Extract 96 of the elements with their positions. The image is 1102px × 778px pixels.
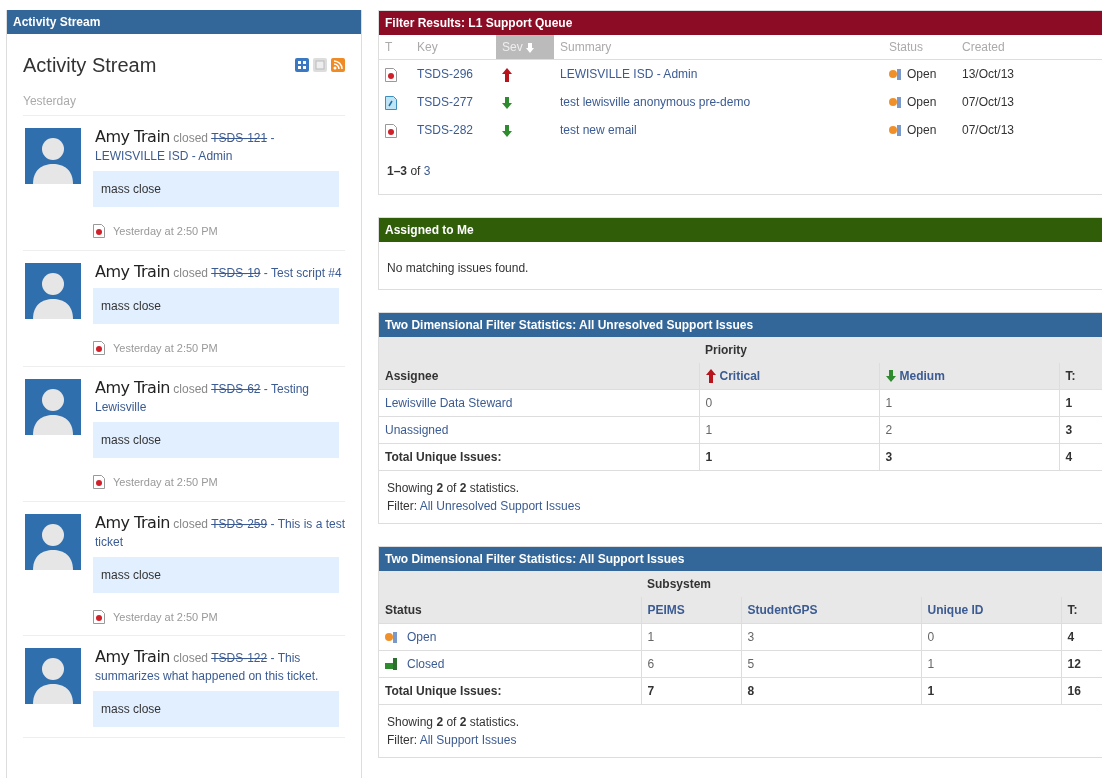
table-cell: 8 <box>741 677 921 704</box>
table-cell: 1 <box>699 443 879 470</box>
issue-key-link[interactable]: TSDS-19 <box>211 265 261 280</box>
panel-header: Assigned to Me <box>379 218 1102 242</box>
document-icon <box>93 224 105 239</box>
group-header: Subsystem <box>647 577 712 591</box>
column-header: Assignee <box>379 363 699 390</box>
panel-header: Two Dimensional Filter Statistics: All Support Issues <box>379 547 1102 571</box>
date-cell-text: 07/Oct/13 <box>961 94 1016 111</box>
date-label: Yesterday <box>23 88 345 116</box>
column-header: Status <box>379 597 641 624</box>
table-cell: 1 <box>921 650 1061 678</box>
document-icon <box>93 609 105 624</box>
table-cell: 7 <box>641 677 741 704</box>
page-of-text: of <box>410 164 421 178</box>
status-text: Open <box>907 94 937 111</box>
timestamp: Yesterday at 2:50 PM <box>113 609 218 625</box>
total-label: Total Unique Issues: <box>379 443 699 470</box>
activity-text: Amy Train closed TSDS-121 - LEWISVILLE ISD - Admin <box>94 128 276 165</box>
issue-summary-link[interactable]: test new email <box>560 123 637 137</box>
comment-text: mass close <box>93 691 339 727</box>
document-icon <box>93 340 105 355</box>
table-cell: 1 <box>921 677 1061 704</box>
table-cell: 3 <box>879 443 1059 470</box>
column-header-link[interactable]: Medium <box>899 367 945 385</box>
status-text: Open <box>907 66 937 83</box>
list-view-icon <box>313 58 327 72</box>
row-label-link[interactable]: Unassigned <box>385 421 449 439</box>
comment-text: mass close <box>93 422 339 458</box>
table-cell: 3 <box>741 623 921 651</box>
row-label-link[interactable]: Closed <box>407 655 445 673</box>
filter-link[interactable]: All Support Issues <box>419 733 517 747</box>
avatar <box>25 379 81 435</box>
row-label-link[interactable]: Open <box>407 628 437 646</box>
page-range: 1–3 <box>387 164 408 178</box>
panel-header: Activity Stream <box>7 10 361 34</box>
panel-header: Two Dimensional Filter Statistics: All Unresolved Support Issues <box>379 313 1102 337</box>
table-cell: 1 <box>1059 389 1102 417</box>
table-cell: 0 <box>699 389 879 417</box>
table-cell: 1 <box>879 389 1059 417</box>
filter-link[interactable]: All Unresolved Support Issues <box>419 499 581 513</box>
table-cell: 1 <box>699 416 879 444</box>
stats-summary: Showing 2 of 2 statistics. <box>387 480 521 497</box>
avatar <box>25 648 81 704</box>
avatar <box>25 262 81 319</box>
timestamp: Yesterday at 2:50 PM <box>113 340 218 356</box>
document-icon <box>93 475 105 490</box>
table-cell: 2 <box>879 416 1059 444</box>
issue-key-link[interactable]: TSDS-296 <box>417 67 474 81</box>
table-cell: 4 <box>1059 443 1102 470</box>
group-header: Priority <box>705 343 747 357</box>
issue-key-link[interactable]: TSDS-259 <box>211 516 268 531</box>
sort-arrow-icon <box>526 42 535 53</box>
filter-label: Filter: <box>387 733 417 747</box>
table-cell: 5 <box>741 650 921 678</box>
table-cell: 16 <box>1061 677 1102 704</box>
avatar <box>25 513 81 570</box>
column-header: T: <box>1061 597 1102 624</box>
issue-key-link[interactable]: TSDS-121 <box>211 131 268 145</box>
column-header-link[interactable]: Critical <box>719 367 761 385</box>
row-label-link[interactable]: Lewisville Data Steward <box>385 394 513 412</box>
table-cell: 4 <box>1061 623 1102 651</box>
comment-text: mass close <box>93 556 339 593</box>
activity-text: Amy Train closed TSDS-62 - Testing Lewisville <box>94 379 310 416</box>
panel-header: Filter Results: L1 Support Queue <box>379 11 1102 35</box>
comment-text: mass close <box>93 171 339 207</box>
timestamp: Yesterday at 2:50 PM <box>113 224 218 239</box>
date-cell: 13/Oct/13 <box>956 59 1102 88</box>
issue-summary-link[interactable]: test lewisville anonymous pre-demo <box>560 95 751 109</box>
activity-text: Amy Train closed TSDS-259 - This is a test ticket <box>94 513 345 551</box>
issue-key-link[interactable]: TSDS-62 <box>211 382 261 396</box>
issue-key-link[interactable]: TSDS-277 <box>417 95 474 109</box>
avatar <box>25 128 81 184</box>
stats-summary: Showing 2 of 2 statistics. <box>387 714 521 731</box>
stream-title: Activity Stream <box>23 53 157 78</box>
activity-text: Amy Train closed TSDS-122 - This summarizes what happened on this ticket. <box>94 648 320 685</box>
grid-view-icon <box>295 58 309 72</box>
page-total-link[interactable]: 3 <box>423 164 431 178</box>
date-cell-text: 07/Oct/13 <box>961 122 1016 139</box>
total-label: Total Unique Issues: <box>379 677 641 704</box>
table-cell: 12 <box>1061 650 1102 678</box>
activity-text: Amy Train closed TSDS-19 - Test script #4 <box>94 262 343 282</box>
issue-key-link[interactable]: TSDS-282 <box>417 123 474 137</box>
column-header: T: <box>1059 363 1102 390</box>
comment-text: mass close <box>93 287 339 324</box>
table-cell: 6 <box>641 650 741 678</box>
empty-message: No matching issues found. <box>386 260 530 277</box>
table-cell: 1 <box>641 623 741 651</box>
rss-icon <box>331 58 345 72</box>
issue-summary-link[interactable]: LEWISVILLE ISD - Admin <box>560 67 698 81</box>
table-cell: 3 <box>1059 416 1102 444</box>
table-cell: 0 <box>921 623 1061 651</box>
issue-key-link[interactable]: TSDS-122 <box>211 651 268 665</box>
filter-label: Filter: <box>387 499 417 513</box>
status-text: Open <box>907 122 937 139</box>
timestamp: Yesterday at 2:50 PM <box>113 475 218 490</box>
